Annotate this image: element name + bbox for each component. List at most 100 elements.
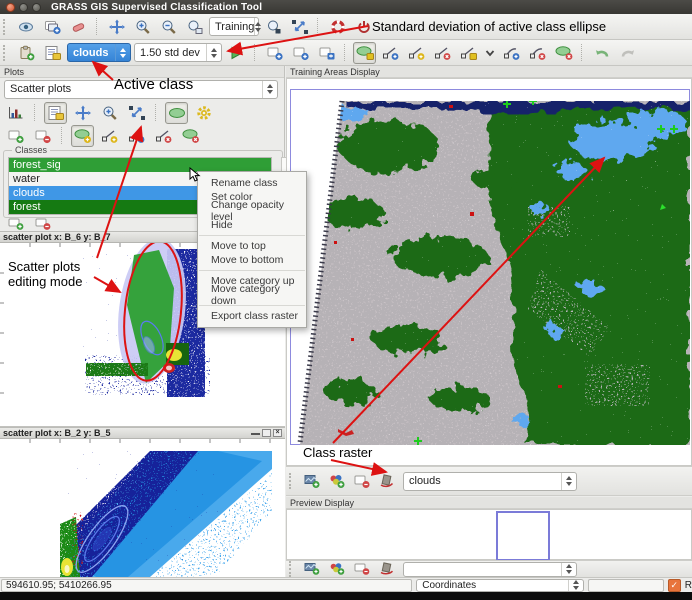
title-bar: GRASS GIS Supervised Classification Tool <box>0 0 692 14</box>
toolbar-drag-handle[interactable] <box>3 45 10 61</box>
help-lifesaver-icon[interactable] <box>326 16 349 38</box>
copy-vector-icon[interactable] <box>289 42 312 64</box>
toolbar-separator <box>344 44 347 61</box>
zoom-region-icon[interactable] <box>183 16 206 38</box>
combo-stepper[interactable] <box>206 44 221 61</box>
map-mode-value: Training <box>215 21 254 33</box>
close-button[interactable] <box>6 3 15 12</box>
histogram-icon[interactable] <box>4 102 27 124</box>
remove-layer-icon[interactable] <box>350 470 373 492</box>
toolbar-separator <box>34 104 37 121</box>
plot-type-combo[interactable]: Scatter plots <box>4 80 278 99</box>
menu-item-rename-class[interactable]: Rename class <box>198 176 306 190</box>
combo-stepper[interactable] <box>262 81 277 98</box>
plots-panel-caption: Plots <box>0 66 284 78</box>
remove-class-icon[interactable] <box>31 216 54 232</box>
add-class-icon[interactable] <box>4 216 27 232</box>
quit-power-icon[interactable] <box>352 16 375 38</box>
plot-close-icon[interactable]: × <box>273 429 282 437</box>
preview-combo[interactable] <box>403 562 577 577</box>
boundary-add-icon[interactable] <box>500 42 523 64</box>
ellipse-star-icon[interactable] <box>71 125 94 147</box>
zoom-out-icon[interactable] <box>157 16 180 38</box>
line-star-icon[interactable] <box>98 125 121 147</box>
toolbar-drag-handle[interactable] <box>3 19 10 35</box>
zoom-extent-icon[interactable] <box>288 16 311 38</box>
save-vector-icon[interactable] <box>315 42 338 64</box>
run-icon[interactable] <box>225 42 248 64</box>
scatter-plot-2-canvas[interactable] <box>0 439 285 577</box>
draw-area-icon[interactable] <box>353 42 376 64</box>
plot-settings-icon[interactable] <box>44 102 67 124</box>
active-class-combo[interactable]: clouds <box>67 43 131 62</box>
stddev-value: 1.50 std dev <box>140 47 200 59</box>
line-add-icon[interactable] <box>125 125 148 147</box>
training-areas-panel: Training Areas Display <box>286 66 692 577</box>
add-map-layers-icon[interactable] <box>41 16 64 38</box>
combo-stepper[interactable] <box>568 580 583 591</box>
zoom-training-icon[interactable] <box>262 16 285 38</box>
application-window: GRASS GIS Supervised Classification Tool… <box>0 0 692 600</box>
zoom-extent-icon[interactable] <box>125 102 148 124</box>
plot-minimize-icon[interactable] <box>251 429 260 435</box>
menu-item-change-opacity[interactable]: Change opacity level <box>198 204 306 218</box>
vertex-add-icon[interactable] <box>379 42 402 64</box>
ellipse-delete-icon[interactable] <box>179 125 202 147</box>
boundary-delete-icon[interactable] <box>526 42 549 64</box>
import-training-areas-icon[interactable] <box>15 42 38 64</box>
classes-label: Classes <box>12 145 50 155</box>
scatter-plot-2-header[interactable]: scatter plot x: B_2 y: B_5 × <box>0 427 285 439</box>
training-map-canvas[interactable] <box>286 78 692 466</box>
render-checkbox[interactable]: ✓ <box>668 579 681 592</box>
menu-item-export-class-raster[interactable]: Export class raster <box>198 309 306 323</box>
zoom-in-icon[interactable] <box>98 102 121 124</box>
vertex-delete-icon[interactable] <box>431 42 454 64</box>
erase-display-icon[interactable] <box>375 470 398 492</box>
add-group-icon[interactable] <box>325 470 348 492</box>
gear-icon[interactable] <box>192 102 215 124</box>
statusbar-mode-combo[interactable]: Coordinates <box>416 579 584 592</box>
minimize-button[interactable] <box>19 3 28 12</box>
undo-icon[interactable] <box>590 42 613 64</box>
area-delete-icon[interactable] <box>552 42 575 64</box>
erase-display-icon[interactable] <box>375 561 398 577</box>
chevron-down-icon[interactable] <box>483 42 497 64</box>
menu-item-move-to-bottom[interactable]: Move to bottom <box>198 253 306 267</box>
pan-icon[interactable] <box>71 102 94 124</box>
erase-icon[interactable] <box>67 16 90 38</box>
combo-stepper[interactable] <box>561 563 576 576</box>
redo-icon[interactable] <box>616 42 639 64</box>
class-metadata-icon[interactable] <box>41 42 64 64</box>
vertex-star-icon[interactable] <box>405 42 428 64</box>
toolbar-drag-handle[interactable] <box>289 561 296 577</box>
class-context-menu: Rename class Set color Change opacity le… <box>197 171 307 328</box>
combo-stepper[interactable] <box>561 473 576 490</box>
pan-icon[interactable] <box>105 16 128 38</box>
add-vector-icon[interactable] <box>263 42 286 64</box>
stddev-combo[interactable]: 1.50 std dev <box>134 43 222 62</box>
combo-stepper[interactable] <box>115 44 130 61</box>
toolbar-separator <box>254 44 257 61</box>
add-raster-icon[interactable] <box>300 470 323 492</box>
plot-restore-icon[interactable] <box>262 429 271 437</box>
class-row-forest_sig[interactable]: forest_sig <box>9 158 271 172</box>
add-raster-icon[interactable] <box>300 561 323 577</box>
class-raster-combo[interactable]: clouds <box>403 472 577 491</box>
menu-item-move-category-down[interactable]: Move category down <box>198 288 306 302</box>
map-mode-combo[interactable]: Training <box>209 17 259 36</box>
line-delete-icon[interactable] <box>152 125 175 147</box>
remove-layer-icon[interactable] <box>350 561 373 577</box>
maximize-button[interactable] <box>32 3 41 12</box>
add-group-icon[interactable] <box>325 561 348 577</box>
status-bar: 594610.95; 5410266.95 Coordinates ✓ R <box>0 577 692 592</box>
combo-stepper[interactable] <box>254 18 261 35</box>
edit-line-icon[interactable] <box>457 42 480 64</box>
edit-ellipse-icon[interactable] <box>165 102 188 124</box>
zoom-in-icon[interactable] <box>131 16 154 38</box>
preview-canvas[interactable] <box>286 509 692 560</box>
toolbar-drag-handle[interactable] <box>289 473 296 489</box>
menu-item-move-to-top[interactable]: Move to top <box>198 239 306 253</box>
add-scatter-plot-icon[interactable] <box>4 125 27 147</box>
remove-scatter-plot-icon[interactable] <box>31 125 54 147</box>
show-attributes-icon[interactable] <box>15 16 38 38</box>
